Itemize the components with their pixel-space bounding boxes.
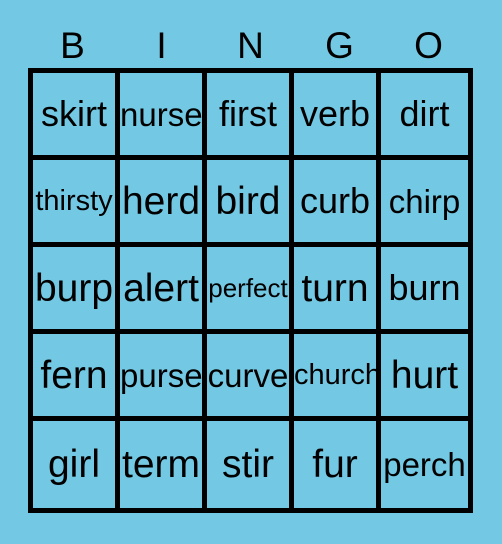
bingo-cell-word: burn xyxy=(388,267,461,308)
bingo-grid: skirt nurse first verb dirt thirsty herd… xyxy=(28,68,473,513)
bingo-cell[interactable]: curb xyxy=(294,160,381,247)
bingo-cell[interactable]: term xyxy=(120,421,207,508)
bingo-cell-word: purse xyxy=(120,356,203,394)
bingo-cell-word: curb xyxy=(299,180,371,221)
bingo-cell-word: perch xyxy=(383,446,466,483)
bingo-cell-word: term xyxy=(122,443,200,486)
header-letter-n: N xyxy=(237,24,264,66)
bingo-cell-word: perfect xyxy=(208,273,288,303)
bingo-cell-word: thirsty xyxy=(35,184,113,217)
bingo-cell[interactable]: perch xyxy=(381,421,468,508)
bingo-cell[interactable]: fern xyxy=(33,334,120,421)
bingo-cell-word: chirp xyxy=(388,182,461,220)
bingo-cell-word: burp xyxy=(34,266,114,310)
bingo-cell[interactable]: girl xyxy=(33,421,120,508)
bingo-cell-word: hurt xyxy=(390,353,459,397)
bingo-cell[interactable]: burn xyxy=(381,247,468,334)
bingo-cell[interactable]: perfect xyxy=(207,247,294,334)
bingo-header: B I N G O xyxy=(28,22,473,68)
bingo-cell[interactable]: stir xyxy=(207,421,294,508)
bingo-cell[interactable]: first xyxy=(207,73,294,160)
bingo-cell-word: dirt xyxy=(399,93,450,134)
bingo-cell-word: herd xyxy=(121,179,201,223)
bingo-cell[interactable]: verb xyxy=(294,73,381,160)
bingo-cell-word: alert xyxy=(123,266,199,310)
bingo-cell-word: girl xyxy=(47,443,100,486)
bingo-cell[interactable]: purse xyxy=(120,334,207,421)
bingo-cell-word: turn xyxy=(301,266,369,310)
bingo-cell[interactable]: chirp xyxy=(381,160,468,247)
bingo-cell-word: verb xyxy=(299,93,371,134)
bingo-cell[interactable]: herd xyxy=(120,160,207,247)
bingo-cell[interactable]: turn xyxy=(294,247,381,334)
bingo-cell[interactable]: thirsty xyxy=(33,160,120,247)
bingo-cell-word: fern xyxy=(40,353,108,397)
bingo-cell-word: stir xyxy=(222,443,274,486)
bingo-cell-word: first xyxy=(219,93,277,134)
bingo-cell[interactable]: skirt xyxy=(33,73,120,160)
bingo-cell[interactable]: church xyxy=(294,334,381,421)
bingo-cell[interactable]: alert xyxy=(120,247,207,334)
bingo-cell[interactable]: nurse xyxy=(120,73,207,160)
bingo-cell-word: curve xyxy=(207,356,289,394)
bingo-cell[interactable]: fur xyxy=(294,421,381,508)
bingo-cell-word: nurse xyxy=(120,95,203,133)
bingo-cell[interactable]: dirt xyxy=(381,73,468,160)
header-letter-g: G xyxy=(325,24,354,66)
header-letter-o: O xyxy=(414,24,443,66)
bingo-cell-word: church xyxy=(294,358,381,391)
bingo-cell[interactable]: burp xyxy=(33,247,120,334)
bingo-cell[interactable]: curve xyxy=(207,334,294,421)
bingo-cell[interactable]: bird xyxy=(207,160,294,247)
bingo-cell-word: fur xyxy=(312,443,358,486)
header-letter-i: I xyxy=(156,24,167,66)
bingo-card: B I N G O skirt nurse first verb dirt th… xyxy=(0,0,502,544)
bingo-cell-word: bird xyxy=(215,179,281,223)
bingo-cell[interactable]: hurt xyxy=(381,334,468,421)
bingo-cell-word: skirt xyxy=(41,93,107,134)
header-letter-b: B xyxy=(60,24,85,66)
